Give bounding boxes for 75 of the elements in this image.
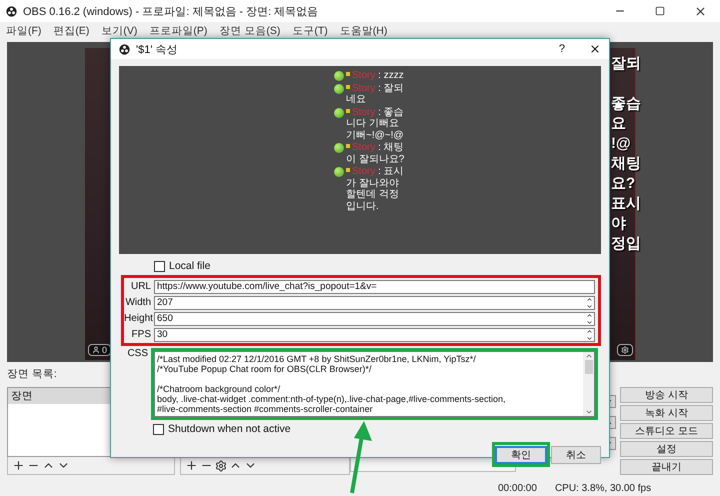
menu-item[interactable]: 보기(V) [101,24,138,38]
menu-item[interactable]: 도구(T) [292,24,328,38]
checkbox-label: Shutdown when not active [168,423,291,435]
menu-item[interactable]: 도움말(H) [340,24,388,38]
checkbox[interactable] [154,260,165,272]
spin-up-icon[interactable] [586,296,593,302]
spin-down-icon[interactable] [586,318,593,326]
dialog-button[interactable]: 확인 [495,446,547,464]
avatar-icon [334,167,344,177]
close-icon[interactable] [694,4,706,18]
menu-item[interactable]: 프로파일(P) [149,24,208,38]
menu-item[interactable]: 파일(F) [6,24,42,38]
control-button[interactable]: 방송 시작 [620,387,713,403]
spin-down-icon[interactable] [586,302,593,310]
menu-item[interactable]: 편집(E) [53,24,90,38]
chat-text: 정입 [611,234,641,254]
control-button[interactable]: 녹화 시작 [620,405,713,421]
settings-badge-icon [617,344,633,356]
scroll-up-icon[interactable] [584,352,592,360]
input-field[interactable]: https://www.youtube.com/live_chat?is_popout=1&v= [154,280,595,294]
field-label: CSS [126,348,148,361]
chat-text: !@ [611,134,632,154]
cpu-status: CPU: 3.8%, 30.00 fps [554,482,652,494]
app-logo-icon [119,44,130,54]
add-icon[interactable] [185,459,198,472]
menu-item[interactable]: 장면 모음(S) [219,24,280,38]
chat-text: 요 [611,114,627,134]
close-icon[interactable] [589,43,601,55]
badge-icon [346,108,350,113]
spin-down-icon[interactable] [586,334,593,342]
spin-up-icon[interactable] [586,312,593,318]
field-label: Height [124,313,151,324]
dialog-title: '$1' 속성 [136,42,178,56]
field-label: FPS [130,329,151,340]
chat-text: 요? [611,174,636,194]
spin-field[interactable]: 30 [154,328,595,342]
add-icon[interactable] [12,459,25,472]
chat-message: Story : 표시가 잘나와야 할텐데 걱정입니다. [346,166,405,212]
badge-icon [346,144,350,148]
badge-icon [346,72,350,76]
viewer-count-badge: 0 [88,344,112,356]
spin-up-icon[interactable] [586,328,593,334]
spin-field[interactable]: 650 [154,312,595,326]
chat-message: Story : zzzz [346,70,406,82]
help-button[interactable]: ? [558,43,565,55]
chat-text: 좋습 [611,94,641,114]
badge-icon [346,168,350,172]
avatar-icon [334,108,344,118]
scroll-down-icon[interactable] [584,408,592,416]
settings-icon[interactable] [215,460,227,472]
dialog-button[interactable]: 취소 [551,446,601,464]
maximize-icon[interactable] [655,6,665,16]
scrollbar-thumb[interactable] [584,360,592,374]
control-button[interactable]: 설정 [620,441,713,457]
spin-field[interactable]: 207 [154,296,595,310]
field-label: Width [124,297,151,308]
chat-message: Story : 채팅이 잘되나요? [346,142,406,165]
chat-text: 야 [611,214,627,234]
chat-message: Story : 좋습니다 기뻐요 기뻐~!@~!@ [346,106,405,141]
chat-message: Story : 잘되네요 [346,82,405,106]
checkbox[interactable] [153,424,164,434]
chat-text: 표시 [611,194,641,214]
stream-time: 00:00:00 [498,482,537,494]
control-button[interactable]: 스튜디오 모드 [620,423,713,439]
window-title: OBS 0.16.2 (windows) - 프로파일: 제목없음 - 장면: 제목없음 [23,4,320,18]
app-logo-icon [6,6,17,16]
field-label: URL [130,281,151,292]
scenes-label: 장면 목록: [7,367,57,381]
avatar-icon [334,143,344,153]
checkbox-label: Local file [169,260,210,272]
control-button[interactable]: 끝내기 [620,459,713,475]
chat-text: 잘되 [611,54,641,74]
chat-text: 채팅 [611,154,641,174]
badge-icon [346,84,350,89]
css-field[interactable]: /*Last modified 02:27 12/1/2016 GMT +8 by ShitSunZer0br1ne, LKNim, YipTsz*/ /*YouTube Popup Chat room for OBS(CLR Browser)*/ /*Chatroom background color*/ body, .live-chat-widget .comment:nth-of-type(n),.live-chat-page,#live-comments-section, #live-comments-section #comments-scroller-container [154,351,595,417]
